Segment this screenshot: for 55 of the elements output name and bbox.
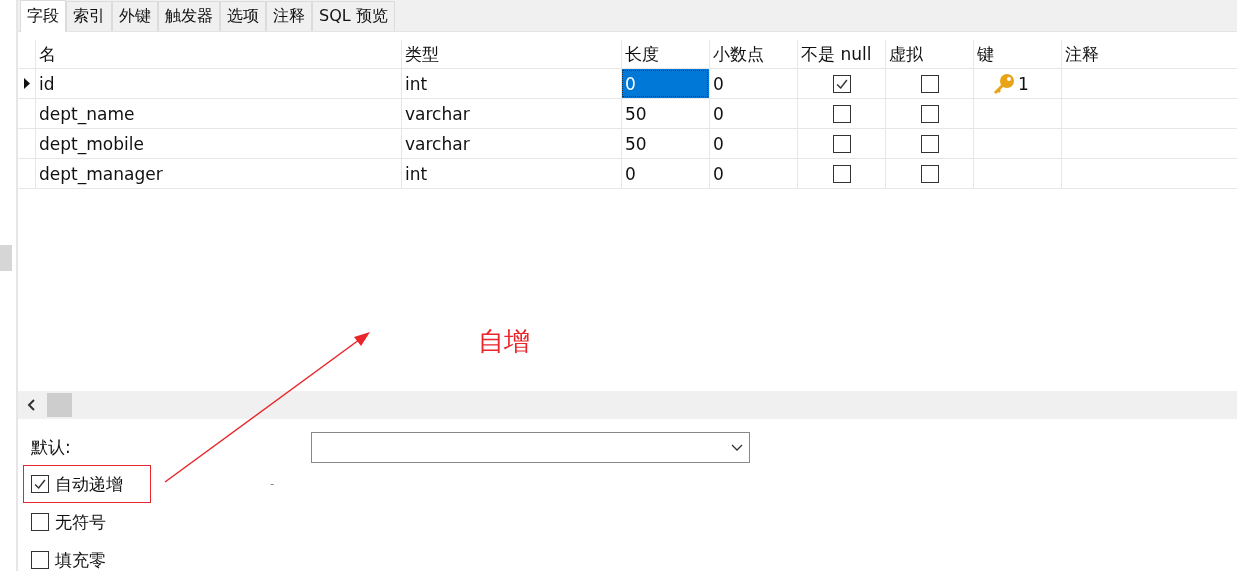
table-cell: 0	[709, 69, 797, 98]
table-cell: 0	[709, 99, 797, 128]
tab[interactable]: 注释	[266, 1, 312, 31]
table-cell: varchar	[401, 99, 621, 128]
table-cell: int	[401, 159, 621, 188]
table-cell: 0	[621, 69, 709, 98]
table-cell: dept_mobile	[35, 129, 401, 158]
row-pointer-icon	[23, 78, 30, 89]
tab[interactable]: 外键	[112, 1, 158, 31]
dash-text: -	[270, 477, 276, 491]
checkbox[interactable]	[832, 74, 851, 93]
tab[interactable]: 索引	[66, 1, 112, 31]
key-icon	[992, 72, 1016, 95]
table-cell: 0	[621, 159, 709, 188]
table-cell: dept_name	[35, 99, 401, 128]
column-header: 不是 null	[797, 40, 885, 68]
tab[interactable]: SQL 预览	[312, 1, 395, 31]
table-cell: 50	[621, 99, 709, 128]
scroll-thumb[interactable]	[0, 245, 12, 271]
table-cell: id	[35, 69, 401, 98]
option-label: 填充零	[55, 548, 106, 571]
tab[interactable]: 触发器	[158, 1, 220, 31]
checkbox[interactable]	[832, 164, 851, 183]
column-header: 类型	[401, 40, 621, 68]
checkbox[interactable]	[920, 74, 939, 93]
checkbox[interactable]	[832, 104, 851, 123]
checkbox[interactable]	[832, 134, 851, 153]
key-number: 1	[1018, 73, 1029, 94]
checkbox[interactable]	[920, 104, 939, 123]
annotation-text: 自增	[478, 325, 530, 358]
tab[interactable]: 选项	[220, 1, 266, 31]
column-header: 名	[35, 40, 401, 68]
option-label: 无符号	[55, 510, 106, 534]
chevron-down-icon	[731, 443, 743, 452]
column-header: 长度	[621, 40, 709, 68]
table-cell: dept_manager	[35, 159, 401, 188]
column-header: 虚拟	[885, 40, 973, 68]
table-cell: 0	[709, 159, 797, 188]
table-cell: varchar	[401, 129, 621, 158]
tab[interactable]: 字段	[20, 0, 66, 32]
column-header: 小数点	[709, 40, 797, 68]
checkbox[interactable]	[920, 134, 939, 153]
scroll-left-icon[interactable]	[26, 399, 36, 411]
table-cell: 50	[621, 129, 709, 158]
checkbox[interactable]	[920, 164, 939, 183]
default-dropdown[interactable]	[311, 432, 750, 463]
checkbox[interactable]	[31, 475, 49, 493]
scroll-thumb[interactable]	[47, 393, 72, 417]
column-header: 键	[973, 40, 1061, 68]
column-header: 注释	[1061, 40, 1237, 68]
option-label: 自动递增	[55, 472, 123, 496]
checkbox[interactable]	[31, 551, 49, 569]
table-cell: 0	[709, 129, 797, 158]
checkbox[interactable]	[31, 513, 49, 531]
default-label: 默认:	[31, 436, 72, 459]
